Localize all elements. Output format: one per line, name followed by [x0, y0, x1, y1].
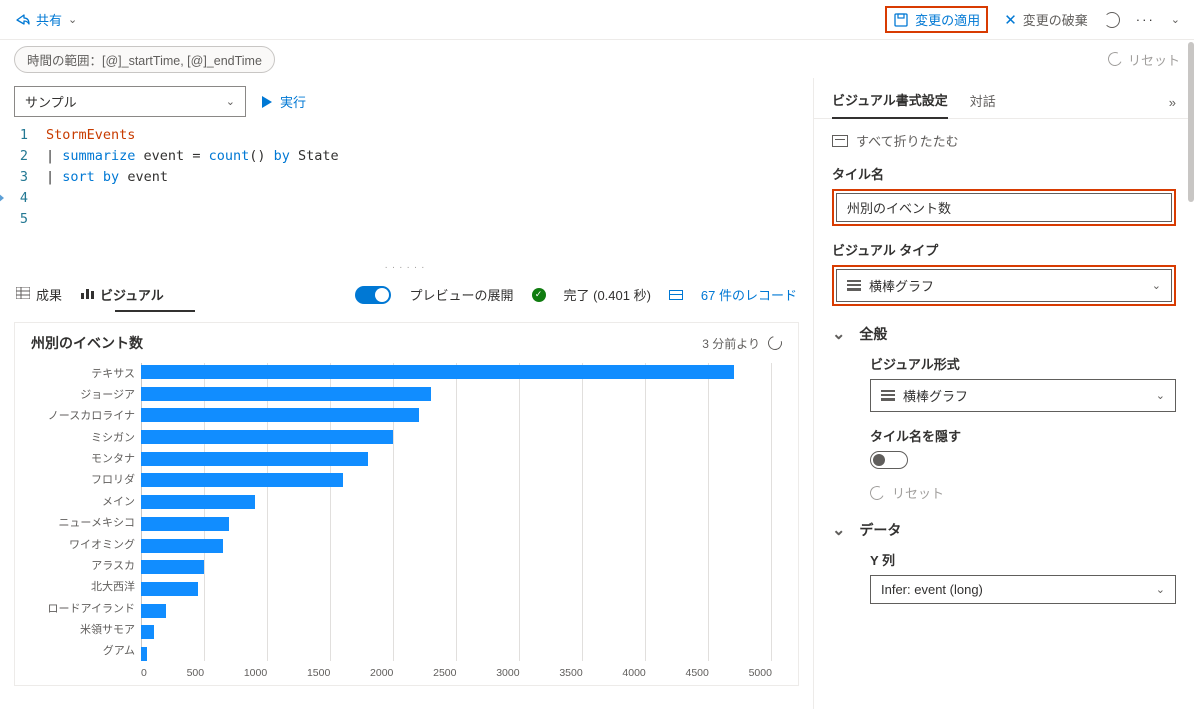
refresh-icon[interactable]	[765, 333, 784, 352]
collapse-panel-icon[interactable]: »	[1169, 95, 1176, 118]
visual-format-label: ビジュアル形式	[870, 354, 1176, 373]
tab-visual-label: ビジュアル	[100, 285, 164, 304]
chart-tile: 州別のイベント数 3 分前より テキサスジョージアノースカロライナミシガンモンタ…	[14, 322, 799, 686]
share-label: 共有	[36, 10, 62, 29]
share-button[interactable]: 共有 ⌄	[14, 10, 77, 29]
tile-title: 州別のイベント数	[31, 333, 143, 353]
records-label[interactable]: 67 件のレコード	[701, 285, 797, 304]
tab-results[interactable]: 成果	[16, 285, 62, 304]
visual-type-value: 横棒グラフ	[869, 276, 934, 295]
discard-changes-button[interactable]: ✕ 変更の破棄	[1004, 10, 1088, 29]
chevron-down-icon: ⌄	[1156, 583, 1165, 596]
visual-format-select[interactable]: 横棒グラフ ⌄	[870, 379, 1176, 412]
hide-tile-name-label: タイル名を隠す	[870, 426, 1176, 445]
section-data[interactable]: ⌄ データ	[832, 520, 1176, 540]
run-button[interactable]: 実行	[262, 92, 306, 111]
chevron-down-icon[interactable]: ⌄	[1171, 13, 1180, 26]
table-icon	[16, 287, 30, 302]
tab-chat[interactable]: 対話	[970, 91, 996, 118]
close-icon: ✕	[1004, 11, 1017, 29]
preview-toggle[interactable]	[355, 286, 391, 304]
visual-type-label: ビジュアル タイプ	[832, 240, 1176, 259]
collapse-icon	[832, 135, 848, 147]
chevron-down-icon: ⌄	[832, 520, 845, 540]
chart-bars	[141, 365, 772, 661]
y-col-select[interactable]: Infer: event (long) ⌄	[870, 575, 1176, 604]
y-col-label: Y 列	[870, 550, 1176, 569]
chart-icon	[80, 287, 94, 302]
records-icon	[669, 290, 683, 300]
code-editor[interactable]: 12345 StormEvents | summarize event = co…	[0, 125, 813, 265]
scope-select[interactable]: サンプル ⌄	[14, 86, 246, 117]
line-gutter: 12345	[4, 125, 46, 265]
section-general-label: 全般	[859, 324, 887, 344]
discard-changes-label: 変更の破棄	[1023, 10, 1088, 29]
y-col-value: Infer: event (long)	[881, 582, 983, 597]
section-data-label: データ	[859, 520, 901, 540]
play-icon	[262, 96, 272, 108]
resize-grip[interactable]: ······	[0, 265, 813, 275]
chart-x-axis: 0500100015002000250030003500400045005000	[141, 667, 772, 679]
tab-results-label: 成果	[36, 285, 62, 304]
chevron-down-icon: ⌄	[832, 324, 845, 344]
reset-icon	[868, 484, 886, 502]
bar-chart-icon	[881, 390, 895, 401]
reset-label: リセット	[892, 483, 944, 502]
chevron-down-icon: ⌄	[1156, 389, 1165, 402]
refresh-icon[interactable]	[1104, 12, 1120, 28]
hide-tile-name-toggle[interactable]	[870, 451, 908, 469]
tile-name-input[interactable]	[836, 193, 1172, 222]
chart-y-labels: テキサスジョージアノースカロライナミシガンモンタナフロリダメインニューメキシコワ…	[31, 363, 141, 679]
reset-label: リセット	[1128, 50, 1180, 69]
time-range-label: 時間の範囲：[@]_startTime, [@]_endTime	[27, 54, 262, 68]
run-label: 実行	[280, 92, 306, 111]
tab-visual[interactable]: ビジュアル	[80, 285, 164, 304]
apply-changes-label: 変更の適用	[915, 10, 980, 29]
tab-visual-settings[interactable]: ビジュアル書式設定	[832, 90, 948, 119]
time-range-pill[interactable]: 時間の範囲：[@]_startTime, [@]_endTime	[14, 46, 275, 73]
scrollbar-thumb[interactable]	[1188, 42, 1194, 202]
chevron-down-icon: ⌄	[1152, 279, 1161, 292]
code-token: StormEvents	[46, 127, 135, 143]
reset-link[interactable]: リセット	[870, 483, 1176, 502]
collapse-all-button[interactable]: すべて折りたたむ	[832, 131, 1176, 150]
reset-button[interactable]: リセット	[1108, 50, 1180, 69]
bar-chart-icon	[847, 280, 861, 291]
section-general[interactable]: ⌄ 全般	[832, 324, 1176, 344]
visual-type-select[interactable]: 横棒グラフ ⌄	[836, 269, 1172, 302]
chevron-down-icon: ⌄	[226, 95, 235, 108]
reset-icon	[1106, 50, 1124, 68]
more-menu[interactable]: ···	[1136, 12, 1155, 27]
status-label: 完了 (0.401 秒)	[564, 285, 651, 304]
scope-label: サンプル	[25, 92, 77, 111]
apply-changes-button[interactable]: 変更の適用	[893, 10, 980, 29]
tile-updated: 3 分前より	[702, 335, 760, 352]
tile-name-label: タイル名	[832, 164, 1176, 183]
preview-label: プレビューの展開	[409, 285, 513, 304]
status-ok-icon: ✓	[532, 288, 546, 302]
collapse-all-label: すべて折りたたむ	[856, 131, 959, 150]
chevron-down-icon: ⌄	[68, 13, 77, 26]
visual-format-value: 横棒グラフ	[903, 386, 968, 405]
